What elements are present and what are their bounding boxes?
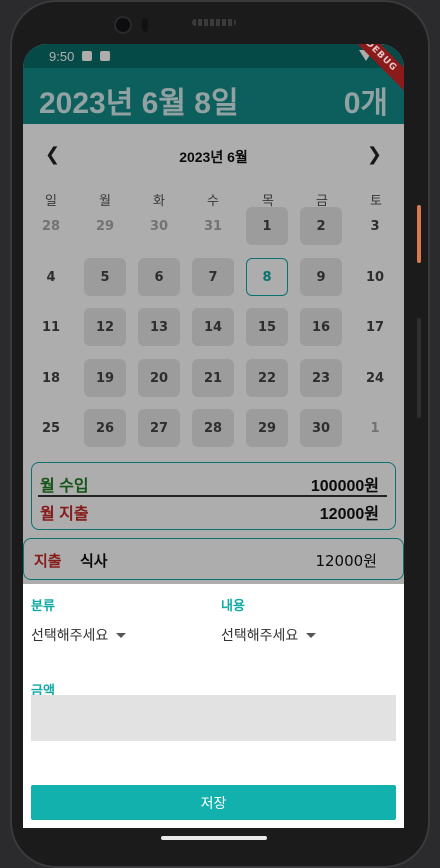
earpiece-speaker [192, 19, 236, 26]
category-label: 분류 [31, 599, 55, 614]
caret-down-icon [116, 632, 127, 638]
front-camera [114, 16, 132, 34]
add-entry-sheet: 분류 선택해주세요 내용 선택해주세요 금액 저장 [23, 584, 404, 828]
camera-sensor [142, 18, 148, 32]
volume-button [417, 205, 421, 263]
screen: ❮ 2023년 6월 ❯ 일월화수목금토 28 29 30 31 1 2 3 4 5 6 7 8 9 10… [23, 44, 404, 828]
amount-input[interactable] [31, 695, 396, 741]
content-dropdown-value: 선택해주세요 [221, 628, 299, 644]
home-indicator[interactable] [161, 836, 267, 840]
caret-down-icon [306, 632, 317, 638]
modal-scrim[interactable] [23, 44, 404, 584]
content-label: 내용 [221, 599, 245, 614]
category-dropdown[interactable]: 선택해주세요 [31, 624, 127, 646]
content-dropdown[interactable]: 선택해주세요 [221, 624, 317, 646]
save-button[interactable]: 저장 [31, 785, 396, 820]
power-button [417, 318, 421, 418]
category-dropdown-value: 선택해주세요 [31, 628, 109, 644]
